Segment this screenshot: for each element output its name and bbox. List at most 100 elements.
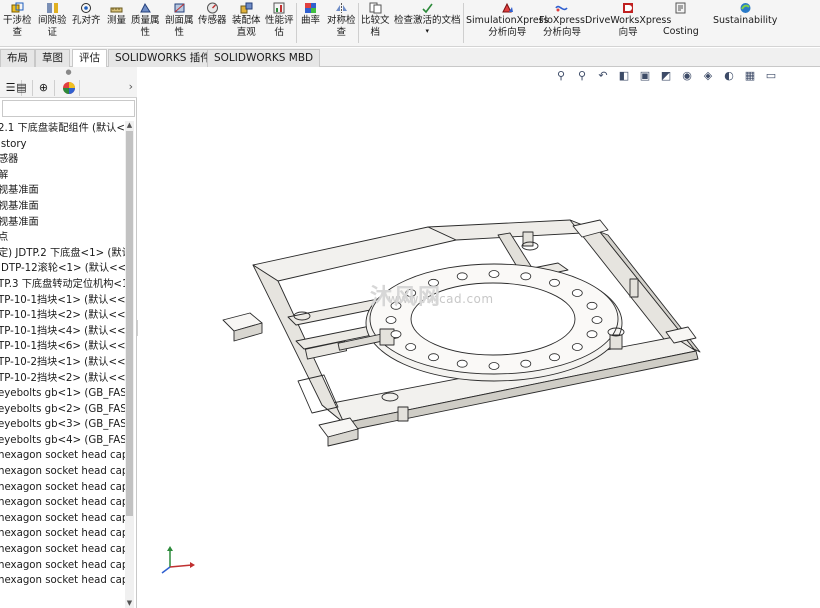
tree-node[interactable]: eyebolts gb<4> (GB_FAST [0,433,126,449]
simulationxpress-button[interactable]: SimulationXpress 分析向导 [466,2,549,39]
tab-solidworks-addins[interactable]: SOLIDWORKS 插件 [108,49,218,67]
tree-node[interactable]: 解 [0,168,126,184]
tab-sketch[interactable]: 草图 [35,49,70,67]
check-active-document-button[interactable]: 检查激活的文档 ▾ [394,2,461,35]
assemblyxpert-button[interactable]: 装配体 直观 [232,2,261,39]
hole-alignment-label: 孔对齐 [72,15,101,26]
tab-layout[interactable]: 布局 [0,49,35,67]
symmetry-check-icon [335,2,348,14]
tree-node[interactable]: JDTP-12滚轮<1> (默认<<默 [0,261,126,277]
sustainability-button[interactable]: Sustainability [713,2,777,27]
assemblyxpert-icon [240,2,253,14]
driveworksxpress-button[interactable]: DriveWorksXpress 向导 [585,2,671,39]
costing-button[interactable]: Costing [663,2,699,38]
ring-bolt-hole [586,330,598,339]
command-manager-tabs: 布局 草图 评估 SOLIDWORKS 插件 SOLIDWORKS MBD [0,48,820,68]
tree-node[interactable]: TP-10-1挡块<6> (默认<<默 [0,339,126,355]
tree-node[interactable]: istory [0,137,126,153]
tree-node[interactable]: TP-10-1挡块<4> (默认<<默 [0,324,126,340]
ring-bolt-hole [571,289,583,297]
costing-icon [674,2,687,14]
performance-evaluation-icon [273,2,286,14]
ring-bolt-hole [591,316,603,324]
mass-properties-icon [139,2,152,14]
tree-node[interactable]: hexagon socket head cap s [0,573,126,589]
tree-node[interactable]: 感器 [0,152,126,168]
section-properties-label: 剖面属 性 [165,15,194,38]
sensor-button[interactable]: 传感器 [198,2,227,27]
scroll-up-icon[interactable]: ▲ [125,121,134,130]
tree-node[interactable]: hexagon socket head cap s [0,448,126,464]
check-active-document-label: 检查激活的文档 [394,15,461,26]
chevron-down-icon[interactable]: ▾ [426,27,430,35]
tree-node[interactable]: eyebolts gb<3> (GB_FAST [0,417,126,433]
feature-manager-panel: ● ☰ ▤ ⊕ › 2.1 下底盘装配组件 (默认<默 istory 感器解视基准面… [0,67,137,608]
curvature-button[interactable]: 曲率 [301,2,320,27]
panel-grip[interactable]: ● [0,67,137,78]
floxpress-button[interactable]: FloXpress 分析向导 [539,2,585,39]
ring-bolt-hole [586,301,598,310]
sensor-icon [206,2,219,14]
measure-button[interactable]: 测量 [107,2,126,27]
sustainability-icon [739,2,752,14]
ring-bolt-hole [428,353,439,362]
tree-node[interactable]: hexagon socket head cap s [0,480,126,496]
floxpress-icon [555,2,569,14]
ring-bolt-hole [549,353,560,362]
configuration-manager-tab-icon[interactable]: ⊕ [33,80,55,96]
symmetry-check-label: 对称检 查 [327,15,356,38]
compare-documents-label: 比较文 档 [361,15,390,38]
tree-node[interactable]: TP-10-1挡块<2> (默认<<默 [0,308,126,324]
tree-node[interactable]: eyebolts gb<2> (GB_FAST [0,402,126,418]
assembly-model[interactable] [138,67,820,608]
tree-node[interactable]: TP-10-1挡块<1> (默认<<默 [0,293,126,309]
section-properties-button[interactable]: 剖面属 性 [165,2,194,39]
performance-evaluation-label: 性能评 估 [265,15,294,38]
tree-filter-input[interactable] [2,100,135,117]
tree-node[interactable]: 视基准面 [0,199,126,215]
tree-node[interactable]: TP-10-2挡块<1> (默认<<默 [0,355,126,371]
ring-bolt-hole [456,359,468,368]
tree-scrollbar[interactable]: ▲ ▼ [125,121,134,608]
tree-node[interactable]: hexagon socket head cap s [0,558,126,574]
performance-evaluation-button[interactable]: 性能评 估 [265,2,294,39]
clearance-verification-label: 间隙验 证 [38,15,67,38]
tree-node[interactable]: hexagon socket head cap s [0,542,126,558]
ring-bolt-hole [488,362,500,370]
symmetry-check-button[interactable]: 对称检 查 [327,2,356,39]
watermark-logo: 沐风网 [370,285,443,310]
tree-node[interactable]: hexagon socket head cap s [0,495,126,511]
scroll-down-icon[interactable]: ▼ [125,599,134,608]
mass-properties-button[interactable]: 质量属 性 [131,2,160,39]
section-properties-icon [173,2,186,14]
clearance-verification-button[interactable]: 间隙验 证 [38,2,67,39]
tree-node[interactable]: 点 [0,230,126,246]
interference-check-button[interactable]: 干涉检 查 [3,2,32,39]
tree-node[interactable]: TP-10-2挡块<2> (默认<<默 [0,371,126,387]
hole-alignment-button[interactable]: 孔对齐 [72,2,101,27]
chevron-right-icon[interactable]: › [129,80,133,93]
ribbon-separator [358,3,359,43]
tree-node[interactable]: eyebolts gb<1> (GB_FAST [0,386,126,402]
compare-documents-button[interactable]: 比较文 档 [361,2,390,39]
tree-node[interactable]: 2.1 下底盘装配组件 (默认<默 [0,121,126,137]
ribbon-separator [463,3,464,43]
tree-node[interactable]: hexagon socket head cap s [0,526,126,542]
tree-node[interactable]: hexagon socket head cap s [0,511,126,527]
check-active-document-icon [421,2,434,14]
tree-node[interactable]: 视基准面 [0,215,126,231]
ring-bolt-hole [571,343,583,351]
tab-evaluate[interactable]: 评估 [72,49,107,68]
tree-node[interactable]: TP.3 下底盘转动定位机构<1> [0,277,126,293]
driveworksxpress-icon [622,2,635,14]
tree-node[interactable]: 视基准面 [0,183,126,199]
clearance-verification-icon [46,2,59,14]
tab-solidworks-mbd[interactable]: SOLIDWORKS MBD [207,49,321,67]
simulationxpress-icon [501,2,514,14]
scrollbar-thumb[interactable] [126,131,133,516]
tree-node[interactable]: hexagon socket head cap s [0,464,126,480]
tree-node[interactable]: 定) JDTP.2 下底盘<1> (默认 [0,246,126,262]
property-manager-tab-icon[interactable]: ▤ [11,80,33,96]
graphics-area[interactable]: ⚲ ⚲ ↶ ◧ ▣ ◩ ◉ ◈ ◐ ▦ ▭ www.mfcad.com 沐风网 [138,67,820,608]
display-manager-tab-icon[interactable] [58,80,80,96]
